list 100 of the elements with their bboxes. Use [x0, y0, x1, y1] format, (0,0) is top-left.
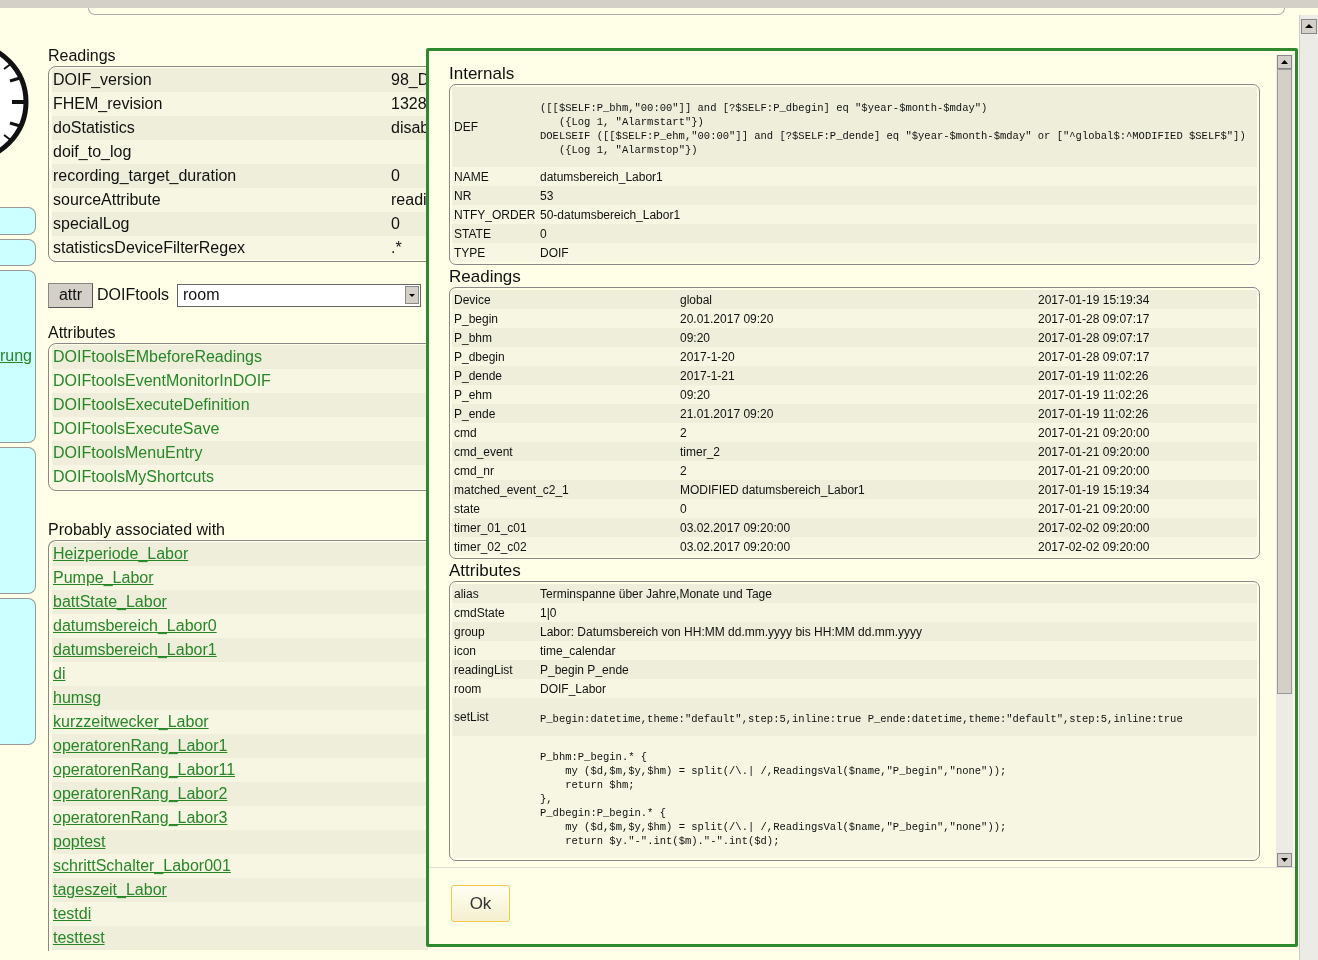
table-cell-text: TYPE — [453, 245, 487, 260]
table-cell-text: 2017-01-19 15:19:34 — [1038, 482, 1151, 497]
table-cell-text: icon — [453, 643, 477, 658]
table-cell-text: STATE — [453, 226, 492, 241]
table-cell-text: cmd — [453, 425, 478, 440]
table-cell-text: 2017-01-19 11:02:26 — [1038, 406, 1150, 421]
table-cell-text: P_dende — [453, 368, 504, 383]
table-cell-text: recording_target_duration — [52, 167, 238, 185]
table-cell: Labor: Datumsbereich von HH:MM dd.mm.yyyy bis HH:MM dd.mm.yyyy — [539, 624, 923, 639]
table-cell-text: global — [680, 292, 714, 307]
table-cell-text: NAME — [453, 169, 490, 184]
table-cell-text: P_dbegin — [453, 349, 506, 364]
table-cell-text: cmd_event — [453, 444, 514, 459]
ok-button[interactable]: Ok — [451, 885, 510, 922]
code-cell-text: ([[$SELF:P_bhm,"00:00"]] and [?$SELF:P_dbegin] eq "$year-$month-$mday") ({Log 1, "Alarmstart"}) DOELSEIF ([[$SELF:P_ehm,"00:00"]] and [?$SELF:P_dende] eq "$year-$month-$mday" or ["^global$:^MODIFIED $SELF$"]) ({Log 1, "Alarmstop"}) — [539, 101, 1247, 158]
table-cell-text: P_ehm — [453, 387, 494, 402]
table-cell-text: 2 — [680, 463, 688, 478]
table-cell-text: setList — [453, 710, 490, 724]
table-cell-text: 2017-1-20 — [680, 349, 736, 364]
device-link[interactable]: di — [52, 665, 66, 683]
section-title: Readings — [48, 47, 117, 66]
table-cell-text: timer_01_c01 — [453, 520, 528, 535]
table-cell-text: P_begin — [453, 311, 500, 326]
menu-link[interactable]: rung — [0, 347, 32, 365]
table-cell-text: 2017-01-19 11:02:26 — [1038, 387, 1150, 402]
table-cell-text: sourceAttribute — [52, 191, 162, 209]
table-cell-text: room — [453, 681, 483, 696]
section-title: Attributes — [449, 561, 522, 581]
table-cell: 0 — [539, 226, 547, 241]
table-cell-text: specialLog — [52, 215, 131, 233]
table-cell: 50-datumsbereich_Labor1 — [539, 207, 681, 222]
device-name: DOIFtools — [97, 286, 169, 304]
table-cell-text: DEF — [453, 120, 479, 134]
scroll-up-icon[interactable] — [1277, 55, 1292, 69]
attribute-select[interactable]: room — [177, 283, 421, 307]
table-cell: P_begin P_ende — [539, 662, 629, 677]
table-cell-text: Device — [453, 292, 492, 307]
device-link[interactable]: testtest — [52, 929, 105, 947]
table-cell-text: 2017-01-19 15:19:34 — [1038, 292, 1151, 307]
table-cell-text: 20.01.2017 09:20 — [680, 311, 775, 326]
table-cell-text: 2017-01-21 09:20:00 — [1038, 444, 1151, 459]
table-cell-text: NTFY_ORDER — [453, 207, 537, 222]
table-cell: 0 — [391, 215, 400, 233]
table-cell-text: 09:20 — [680, 387, 712, 402]
section-title: Probably associated with — [48, 521, 226, 540]
code-cell-text: P_bhm:P_begin.* { my ($d,$m,$y,$hm) = split(/\.| /,ReadingsVal($name,"P_begin","none")); return $hm; }, P_dbegin:P_begin.* { my ($d,$m,$y,$hm) = split(/\.| /,ReadingsVal($name,"P_begin","none")); return $y."-".int($m)."-".int($d); — [539, 750, 1008, 849]
table-cell-text: 2017-1-21 — [680, 368, 736, 383]
menu-panel — [0, 207, 36, 235]
table-cell-text: doif_to_log — [52, 143, 133, 161]
table-cell: 1|0 — [539, 605, 557, 620]
code-cell-text: P_begin:datetime,theme:"default",step:5,inline:true P_ende:datetime,theme:"default",step:5,inline:true — [539, 712, 1184, 727]
table-cell-text: matched_event_c2_1 — [453, 482, 570, 497]
table-cell-text: 2 — [680, 425, 688, 440]
table-cell-text: MODIFIED datumsbereich_Labor1 — [680, 482, 866, 497]
table-cell: 1328 — [391, 95, 427, 113]
table-cell-text: timer_02_c02 — [453, 539, 528, 554]
table-cell-text: 2017-02-02 09:20:00 — [1038, 520, 1151, 535]
table-cell-text: state — [453, 501, 481, 516]
table-cell: .* — [391, 239, 402, 257]
table-cell-text: cmd_nr — [453, 463, 495, 478]
scroll-thumb[interactable] — [1277, 69, 1292, 694]
table-cell-text: 2017-02-02 09:20:00 — [1038, 539, 1151, 554]
scrollbar[interactable] — [1299, 15, 1318, 960]
table-cell-text: timer_2 — [680, 444, 721, 459]
device-link[interactable]: poptest — [52, 833, 106, 851]
table-cell-text: doStatistics — [52, 119, 136, 137]
table-cell-text: P_bhm — [453, 330, 494, 345]
attr-button[interactable]: attr — [48, 282, 93, 308]
scroll-up-icon[interactable] — [1301, 19, 1317, 34]
table-cell-text: NR — [453, 188, 473, 203]
table-cell: readi — [391, 191, 427, 209]
table-cell-text: 03.02.2017 09:20:00 — [680, 520, 792, 535]
device-link[interactable]: humsg — [52, 689, 102, 707]
table-cell: DOIF_Labor — [539, 681, 607, 696]
table-cell: DOIF — [539, 245, 569, 260]
table-cell: time_calendar — [539, 643, 616, 658]
table-cell-text: 03.02.2017 09:20:00 — [680, 539, 792, 554]
table-cell-text: alias — [453, 586, 480, 601]
table-cell-text: 2017-01-28 09:07:17 — [1038, 349, 1151, 364]
device-link[interactable]: testdi — [52, 905, 92, 923]
scrollbar[interactable] — [1276, 55, 1293, 867]
table-cell-text: 2017-01-21 09:20:00 — [1038, 501, 1151, 516]
table-cell: datumsbereich_Labor1 — [539, 169, 663, 184]
table-cell: Terminspanne über Jahre,Monate und Tage — [539, 586, 772, 601]
section-title: Readings — [449, 267, 522, 287]
table-cell-text: 0 — [680, 501, 688, 516]
table-cell-text: 09:20 — [680, 330, 712, 345]
table-cell-text: 2017-01-21 09:20:00 — [1038, 425, 1151, 440]
table-cell-text: cmdState — [453, 605, 506, 620]
table-cell-text: DOIF_version — [52, 71, 153, 89]
section-title: Attributes — [48, 324, 117, 343]
table-cell-text: 2017-01-28 09:07:17 — [1038, 330, 1151, 345]
table-cell-text: readingList — [453, 662, 514, 677]
table-cell-text: 2017-01-21 09:20:00 — [1038, 463, 1151, 478]
menu-panel — [0, 239, 36, 266]
dropdown-icon — [405, 286, 419, 304]
scroll-down-icon[interactable] — [1277, 853, 1292, 867]
table-cell: 53 — [539, 188, 554, 203]
table-cell: 0 — [391, 167, 400, 185]
table-cell-text: group — [453, 624, 486, 639]
